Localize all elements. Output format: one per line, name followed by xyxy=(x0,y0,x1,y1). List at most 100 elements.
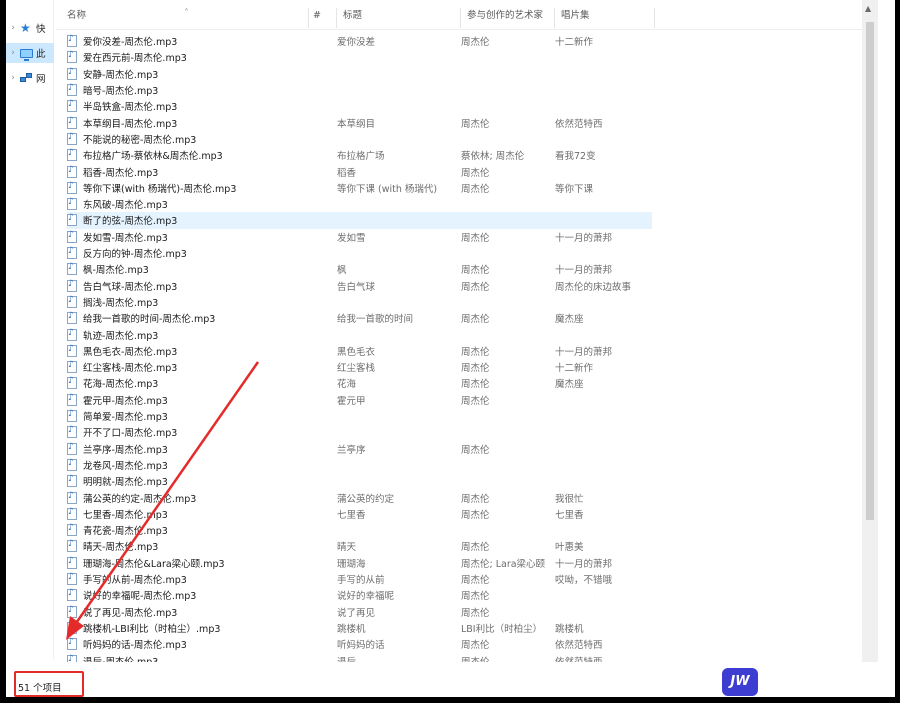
file-row[interactable]: 安静-周杰伦.mp3 xyxy=(67,66,652,82)
file-album: 依然范特西 xyxy=(555,654,651,662)
audio-file-icon xyxy=(67,311,77,325)
file-row[interactable]: 发如雪-周杰伦.mp3 发如雪 周杰伦 十一月的萧邦 xyxy=(67,229,652,245)
scrollbar-thumb[interactable] xyxy=(866,22,874,520)
file-artist: 周杰伦 xyxy=(461,167,490,179)
file-row[interactable]: 珊瑚海-周杰伦&Lara梁心颐.mp3 珊瑚海 周杰伦; Lara梁心颐十一月的萧邦 xyxy=(67,555,652,571)
file-row[interactable]: 黑色毛衣-周杰伦.mp3 黑色毛衣 周杰伦 十一月的萧邦 xyxy=(67,343,652,359)
column-header-album[interactable]: 唱片集 xyxy=(555,8,655,28)
file-row[interactable]: 布拉格广场-蔡依林&周杰伦.mp3 布拉格广场 蔡依林; 周杰伦 看我72变 xyxy=(67,147,652,163)
file-row[interactable]: 搁浅-周杰伦.mp3 xyxy=(67,294,652,310)
file-name: 爱在西元前-周杰伦.mp3 xyxy=(83,53,187,65)
file-row[interactable]: 七里香-周杰伦.mp3 七里香 周杰伦 七里香 xyxy=(67,506,652,522)
sort-up-icon: ˄ xyxy=(184,8,189,19)
file-row[interactable]: 反方向的钟-周杰伦.mp3 xyxy=(67,245,652,261)
file-row[interactable]: 退后-周杰伦.mp3 退后周杰伦依然范特西 xyxy=(67,652,652,662)
file-row[interactable]: 东风破-周杰伦.mp3 xyxy=(67,196,652,212)
audio-file-icon xyxy=(67,181,77,194)
file-row[interactable]: 霍元甲-周杰伦.mp3 霍元甲 周杰伦 xyxy=(67,392,652,408)
file-row[interactable]: 蒲公英的约定-周杰伦.mp3 蒲公英的约定 周杰伦 我很忙 xyxy=(67,489,652,505)
file-row[interactable]: 晴天-周杰伦.mp3 晴天 周杰伦 叶惠美 xyxy=(67,538,652,554)
file-row[interactable]: 给我一首歌的时间-周杰伦.mp3 给我一首歌的时间 周杰伦 魔杰座 xyxy=(67,310,652,326)
file-artist: 周杰伦 xyxy=(461,444,490,456)
chevron-right-icon[interactable]: › xyxy=(6,23,20,33)
audio-file-icon xyxy=(67,360,77,374)
nav-item-network[interactable]: › 网 xyxy=(6,68,54,88)
file-row[interactable]: 轨迹-周杰伦.mp3 xyxy=(67,326,652,342)
file-row[interactable]: 半岛铁盒-周杰伦.mp3 xyxy=(67,98,652,114)
file-artist: 周杰伦 xyxy=(461,379,490,391)
file-name: 退后-周杰伦.mp3 xyxy=(83,654,333,662)
audio-file-icon xyxy=(67,246,77,260)
column-header-artist[interactable]: 参与创作的艺术家 xyxy=(461,8,555,28)
file-title: 稻香 xyxy=(337,167,357,179)
file-album: 依然范特西 xyxy=(555,640,603,652)
file-row[interactable]: 不能说的秘密-周杰伦.mp3 xyxy=(67,131,652,147)
file-row[interactable]: 开不了口-周杰伦.mp3 xyxy=(67,424,652,440)
file-name: 简单爱-周杰伦.mp3 xyxy=(83,412,168,424)
file-album: 跳楼机 xyxy=(555,623,584,635)
file-row[interactable]: 爱在西元前-周杰伦.mp3 xyxy=(67,49,652,65)
file-row[interactable]: 简单爱-周杰伦.mp3 xyxy=(67,408,652,424)
file-row[interactable]: 断了的弦-周杰伦.mp3 xyxy=(67,212,652,229)
file-row[interactable]: 红尘客栈-周杰伦.mp3 红尘客栈 周杰伦 十二新作 xyxy=(67,359,652,375)
file-row[interactable]: 说好的幸福呢-周杰伦.mp3 说好的幸福呢 周杰伦 xyxy=(67,587,652,603)
file-row[interactable]: 说了再见-周杰伦.mp3 说了再见 周杰伦 xyxy=(67,604,652,620)
file-title: 枫 xyxy=(337,265,347,277)
file-explorer-window: › ★ 快 › 此 › 网 名称 ˄ # 标题 参与创作的艺术家 唱片集 爱你没… xyxy=(6,0,895,697)
file-title: 兰亭序 xyxy=(337,444,366,456)
chevron-right-icon[interactable]: › xyxy=(6,48,20,58)
file-title: 蒲公英的约定 xyxy=(337,493,395,505)
file-row[interactable]: 手写的从前-周杰伦.mp3 手写的从前 周杰伦 哎呦，不错哦 xyxy=(67,571,652,587)
audio-file-icon xyxy=(67,539,77,553)
file-row[interactable]: 听妈妈的话-周杰伦.mp3 听妈妈的话 周杰伦 依然范特西 xyxy=(67,636,652,652)
file-row[interactable]: 告白气球-周杰伦.mp3 告白气球 周杰伦 周杰伦的床边故事 xyxy=(67,278,652,294)
file-row[interactable]: 兰亭序-周杰伦.mp3 兰亭序 周杰伦 xyxy=(67,441,652,457)
file-artist: 周杰伦 xyxy=(461,281,490,293)
file-row[interactable]: 龙卷风-周杰伦.mp3 xyxy=(67,457,652,473)
file-title: 爱你没差 xyxy=(337,37,376,49)
file-row[interactable]: 青花瓷-周杰伦.mp3 xyxy=(67,522,652,538)
file-title: 跳楼机 xyxy=(337,623,366,635)
audio-file-icon xyxy=(67,376,77,390)
file-album: 十二新作 xyxy=(555,37,594,49)
scroll-up-icon[interactable]: ▲ xyxy=(865,4,871,13)
audio-file-icon xyxy=(67,605,77,618)
file-name: 说了再见-周杰伦.mp3 xyxy=(83,607,178,619)
file-title: 说了再见 xyxy=(337,607,376,619)
audio-file-icon xyxy=(67,344,77,357)
vertical-scrollbar[interactable]: ▲ xyxy=(862,0,878,662)
column-header-number[interactable]: # xyxy=(307,8,337,28)
nav-item-this-pc[interactable]: › 此 xyxy=(6,43,54,63)
file-row[interactable]: 暗号-周杰伦.mp3 xyxy=(67,82,652,98)
audio-file-icon xyxy=(67,67,77,80)
chevron-right-icon[interactable]: › xyxy=(6,73,20,83)
audio-file-icon xyxy=(67,165,77,178)
file-row[interactable]: 稻香-周杰伦.mp3 稻香 周杰伦 xyxy=(67,163,652,179)
audio-file-icon xyxy=(67,425,77,439)
file-row[interactable]: 花海-周杰伦.mp3 花海 周杰伦 魔杰座 xyxy=(67,375,652,391)
file-row[interactable]: 明明就-周杰伦.mp3 xyxy=(67,473,652,489)
file-artist: 周杰伦 xyxy=(461,346,490,358)
audio-file-icon xyxy=(67,572,77,586)
file-row[interactable]: 本草纲目-周杰伦.mp3 本草纲目 周杰伦 依然范特西 xyxy=(67,115,652,131)
file-artist: 周杰伦 xyxy=(461,37,490,49)
file-row[interactable]: 等你下课(with 杨瑞代)-周杰伦.mp3 等你下课 (with 杨瑞代) 周杰伦… xyxy=(67,180,652,196)
file-album: 魔杰座 xyxy=(555,314,584,326)
audio-file-icon xyxy=(67,442,77,455)
audio-file-icon xyxy=(67,621,77,634)
audio-file-icon xyxy=(67,213,77,227)
audio-file-icon xyxy=(67,34,77,48)
nav-item-quick-access[interactable]: › ★ 快 xyxy=(6,18,54,38)
audio-file-icon xyxy=(67,458,77,471)
file-artist: 周杰伦 xyxy=(461,232,490,244)
file-row[interactable]: 跳楼机-LBI利比（时柏尘）.mp3 跳楼机 LBI利比（时柏尘） 跳楼机 xyxy=(67,620,652,636)
file-artist: LBI利比（时柏尘） xyxy=(461,623,543,635)
file-row[interactable]: 爱你没差-周杰伦.mp3 爱你没差 周杰伦 十二新作 xyxy=(67,33,652,49)
file-title: 珊瑚海 xyxy=(337,558,366,570)
column-header-name[interactable]: 名称 ˄ xyxy=(61,8,309,28)
column-header-title[interactable]: 标题 xyxy=(337,8,461,28)
annotation-highlight-box xyxy=(14,671,84,697)
file-title: 布拉格广场 xyxy=(337,151,385,163)
file-row[interactable]: 枫-周杰伦.mp3 枫 周杰伦 十一月的萧邦 xyxy=(67,261,652,277)
logo-text: 聚玩盒子 xyxy=(761,669,871,701)
